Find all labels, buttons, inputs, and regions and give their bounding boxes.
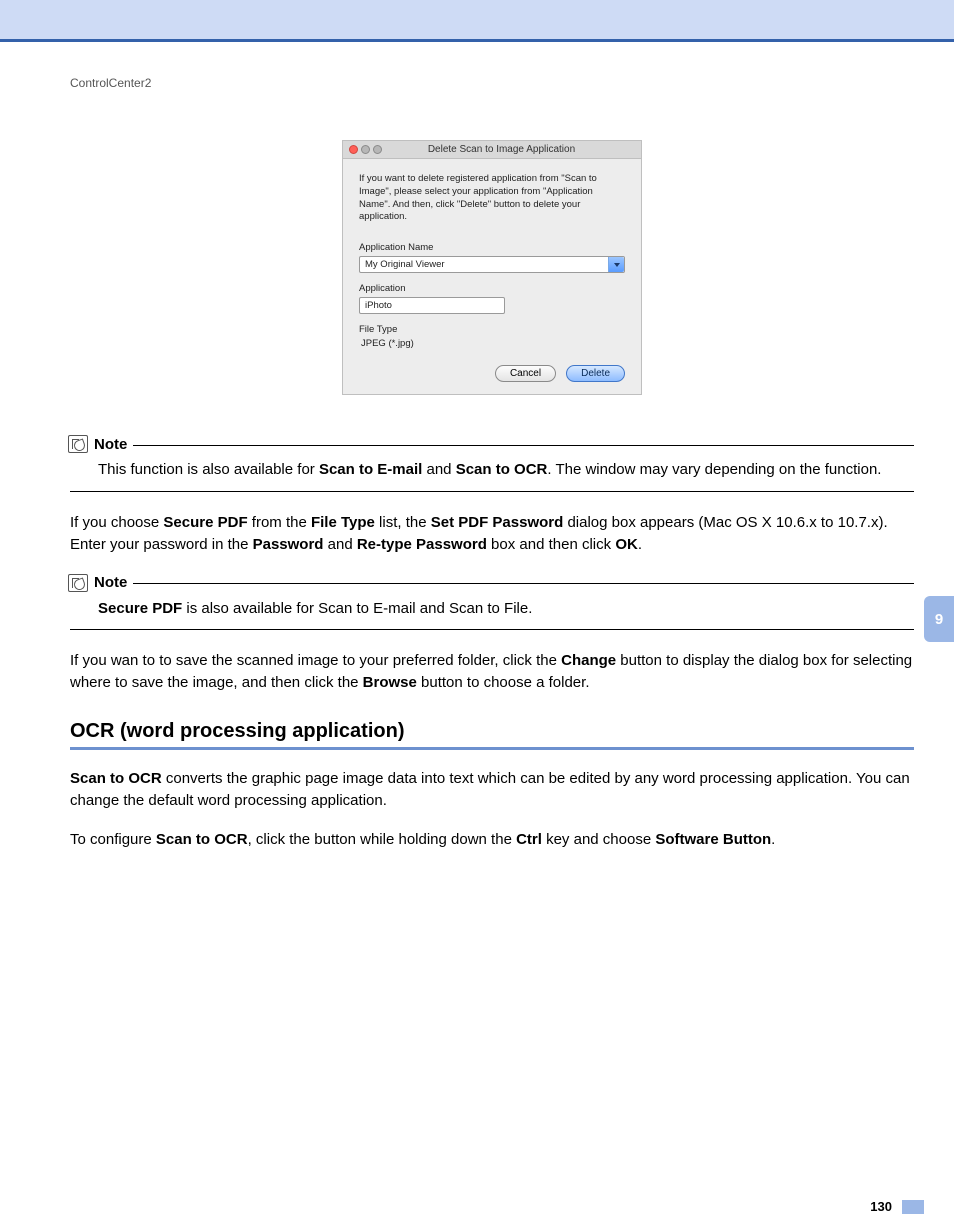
- note-rule: [133, 445, 914, 446]
- p1-b1: Secure PDF: [163, 514, 247, 531]
- p4-t3: key and choose: [542, 831, 655, 848]
- p3-b1: Scan to OCR: [70, 770, 162, 787]
- note-rule: [133, 583, 914, 584]
- paragraph-ocr-config: To configure Scan to OCR, click the butt…: [70, 829, 914, 851]
- note-label: Note: [94, 436, 127, 453]
- page-content: ControlCenter2 Delete Scan to Image Appl…: [0, 42, 954, 851]
- app-name-label: Application Name: [359, 242, 625, 253]
- p1-t6: box and then click: [487, 536, 615, 553]
- application-value: iPhoto: [365, 300, 392, 311]
- note1-t3: . The window may vary depending on the f…: [547, 461, 881, 478]
- close-icon[interactable]: [349, 145, 358, 154]
- note-body-1: This function is also available for Scan…: [70, 453, 914, 491]
- file-type-label: File Type: [359, 324, 625, 335]
- note-label-2: Note: [94, 574, 127, 591]
- p2-b1: Change: [561, 652, 616, 669]
- note-icon: [68, 574, 88, 592]
- note-block-2: Note Secure PDF is also available for Sc…: [70, 574, 914, 631]
- dialog-container: Delete Scan to Image Application If you …: [70, 140, 914, 395]
- breadcrumb: ControlCenter2: [70, 76, 914, 90]
- page-number: 130: [870, 1199, 892, 1214]
- note1-t1: This function is also available for: [98, 461, 319, 478]
- delete-app-dialog: Delete Scan to Image Application If you …: [342, 140, 642, 395]
- dialog-title: Delete Scan to Image Application: [382, 144, 641, 155]
- note2-t1: is also available for Scan to E-mail and…: [182, 600, 532, 617]
- p1-t2: from the: [248, 514, 311, 531]
- window-traffic-lights: [343, 145, 382, 154]
- p2-t1: If you wan to to save the scanned image …: [70, 652, 561, 669]
- paragraph-secure-pdf: If you choose Secure PDF from the File T…: [70, 512, 914, 556]
- note-block-1: Note This function is also available for…: [70, 435, 914, 492]
- p4-t2: , click the button while holding down th…: [248, 831, 517, 848]
- p4-t4: .: [771, 831, 775, 848]
- p1-t7: .: [638, 536, 642, 553]
- p4-b3: Software Button: [655, 831, 771, 848]
- p4-t1: To configure: [70, 831, 156, 848]
- note1-b1: Scan to E-mail: [319, 461, 422, 478]
- section-title-ocr: OCR (word processing application): [70, 720, 914, 743]
- p1-b6: OK: [615, 536, 638, 553]
- section-rule: [70, 747, 914, 750]
- p1-b2: File Type: [311, 514, 375, 531]
- application-field: iPhoto: [359, 297, 505, 314]
- cancel-button[interactable]: Cancel: [495, 365, 556, 382]
- p3-t1: converts the graphic page image data int…: [70, 770, 910, 809]
- page-footer: 130: [870, 1199, 924, 1214]
- note-header-2: Note: [68, 574, 914, 592]
- chapter-tab: 9: [924, 596, 954, 642]
- p1-b3: Set PDF Password: [431, 514, 564, 531]
- note-header: Note: [68, 435, 914, 453]
- top-bar: [0, 0, 954, 42]
- p2-t3: button to choose a folder.: [417, 674, 590, 691]
- application-label: Application: [359, 283, 625, 294]
- zoom-icon: [373, 145, 382, 154]
- dialog-titlebar: Delete Scan to Image Application: [343, 141, 641, 159]
- app-name-select[interactable]: My Original Viewer: [359, 256, 625, 273]
- p1-t3: list, the: [375, 514, 431, 531]
- paragraph-change-browse: If you wan to to save the scanned image …: [70, 650, 914, 694]
- note-body-2: Secure PDF is also available for Scan to…: [70, 592, 914, 630]
- p1-t5: and: [323, 536, 356, 553]
- p1-b4: Password: [253, 536, 324, 553]
- chevron-down-icon[interactable]: [608, 257, 624, 272]
- dialog-body: If you want to delete registered applica…: [343, 159, 641, 394]
- note1-t2: and: [422, 461, 455, 478]
- dialog-buttons: Cancel Delete: [359, 359, 625, 382]
- delete-button[interactable]: Delete: [566, 365, 625, 382]
- paragraph-ocr-intro: Scan to OCR converts the graphic page im…: [70, 768, 914, 812]
- p1-t1: If you choose: [70, 514, 163, 531]
- p4-b2: Ctrl: [516, 831, 542, 848]
- note-end-rule: [70, 629, 914, 630]
- app-name-value: My Original Viewer: [365, 259, 445, 270]
- dialog-description: If you want to delete registered applica…: [359, 173, 625, 224]
- p2-b2: Browse: [363, 674, 417, 691]
- note2-b1: Secure PDF: [98, 600, 182, 617]
- file-type-value: JPEG (*.jpg): [359, 338, 625, 349]
- note-icon: [68, 435, 88, 453]
- p4-b1: Scan to OCR: [156, 831, 248, 848]
- note-end-rule: [70, 491, 914, 492]
- footer-bar: [902, 1200, 924, 1214]
- p1-b5: Re-type Password: [357, 536, 487, 553]
- minimize-icon: [361, 145, 370, 154]
- note1-b2: Scan to OCR: [456, 461, 548, 478]
